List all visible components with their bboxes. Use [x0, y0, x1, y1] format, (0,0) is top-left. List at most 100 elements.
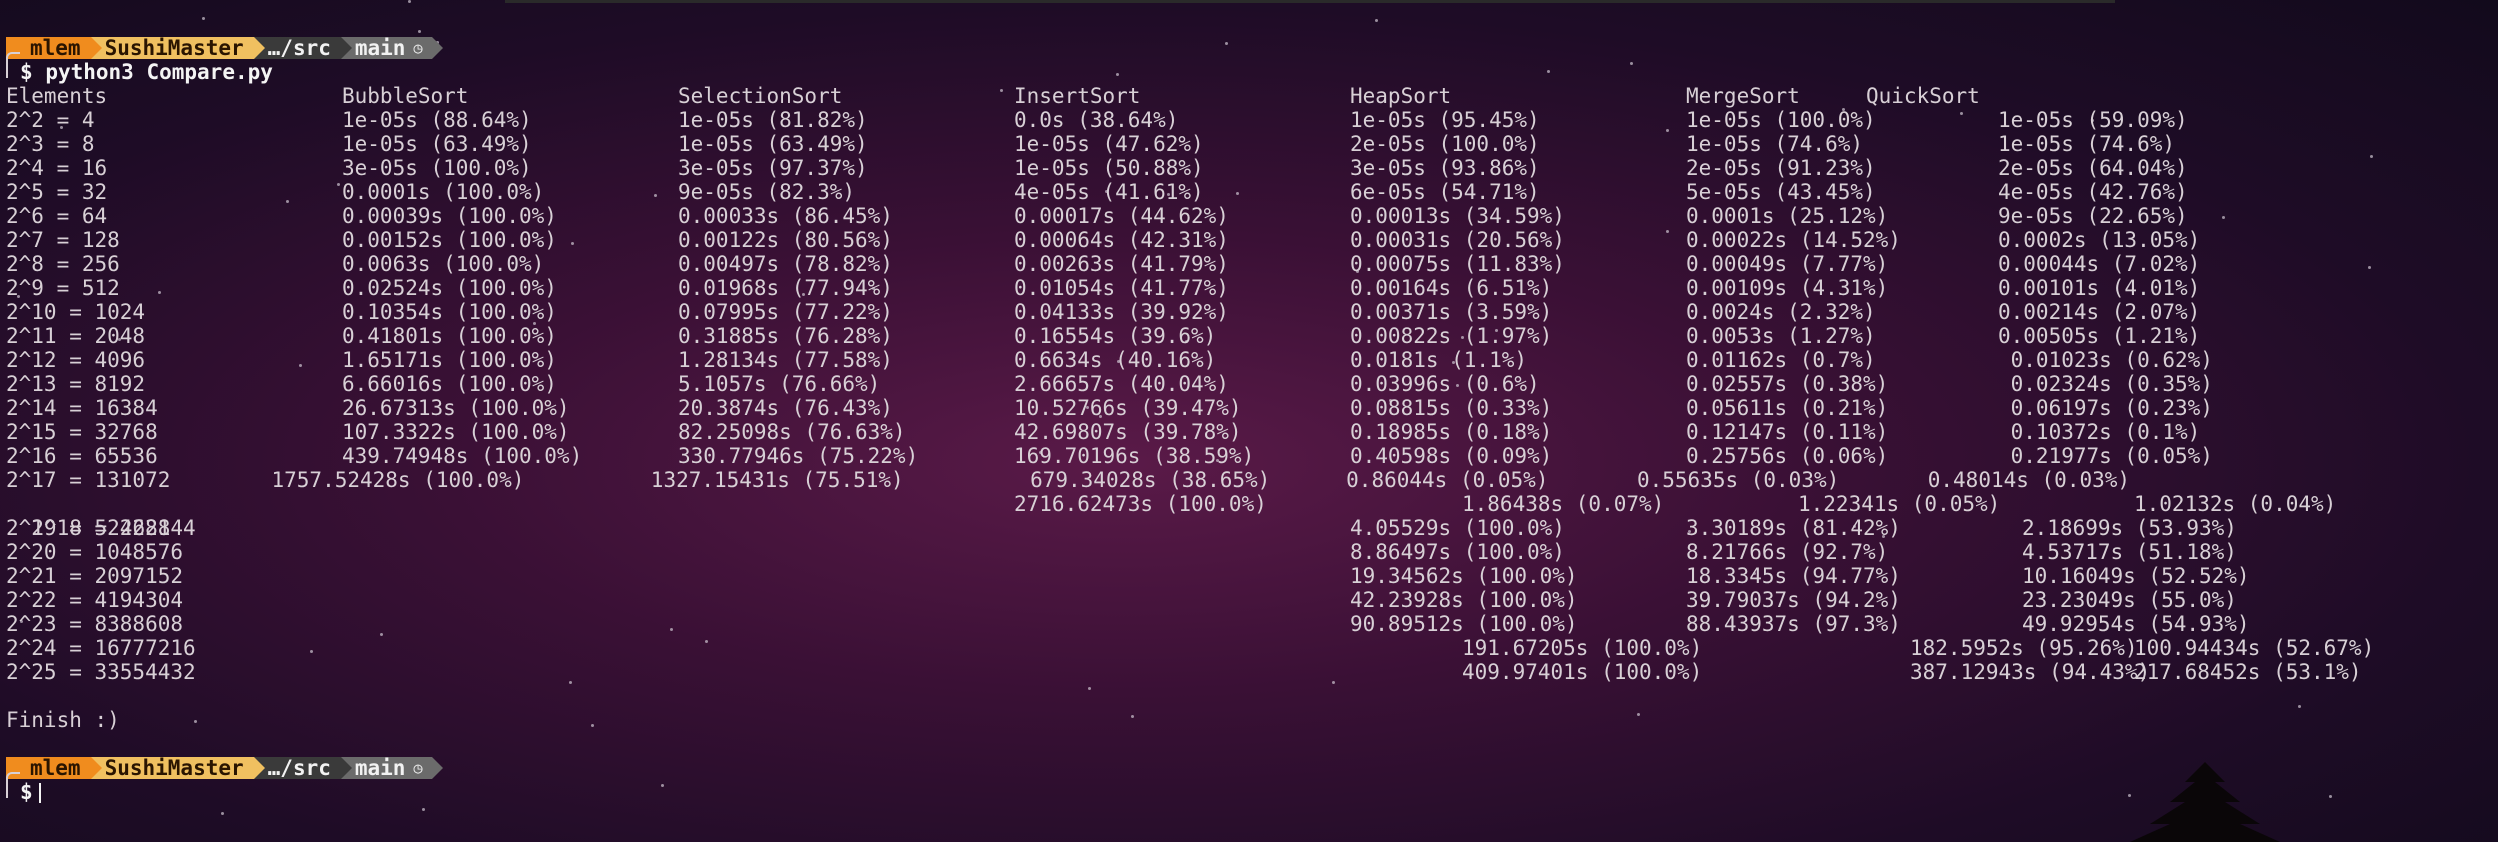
row-cell: 0.00031s (20.56%) — [1350, 228, 1565, 252]
mergesort-cell: 39.79037s (94.2%) — [1686, 588, 1901, 612]
quicksort-cell: 4.53717s (51.18%) — [2022, 540, 2237, 564]
mergesort-cell: 3.30189s (81.42%) — [1686, 516, 1901, 540]
row-cell: 0.00164s (6.51%) — [1350, 276, 1553, 300]
row-cell: 0.18985s (0.18%) — [1350, 420, 1553, 444]
row-cell: 0.0001s (25.12%) — [1686, 204, 1889, 228]
row-cell: 10.52766s (39.47%) — [1014, 396, 1242, 420]
finish-message: Finish :) — [6, 708, 120, 732]
row-cell: 0.40598s (0.09%) — [1350, 444, 1553, 468]
row-cell: 0.0s (38.64%) — [1014, 108, 1179, 132]
mergesort-cell: 8.21766s (92.7%) — [1686, 540, 1889, 564]
row-cell: 0.00371s (3.59%) — [1350, 300, 1553, 324]
row-elements: 2^13 = 8192 — [6, 372, 146, 396]
header-bubblesort: BubbleSort — [342, 84, 469, 108]
row-cell: 3e-05s (100.0%) — [342, 156, 532, 180]
row-cell: 330.77946s (75.22%) — [678, 444, 919, 468]
row-cell: 0.41801s (100.0%) — [342, 324, 557, 348]
row-cell: 1e-05s (63.49%) — [342, 132, 532, 156]
row-cell: 0.00064s (42.31%) — [1014, 228, 1229, 252]
row-cell: 0.00033s (86.45%) — [678, 204, 893, 228]
header-selectionsort: SelectionSort — [678, 84, 843, 108]
prompt-bracket — [6, 772, 20, 798]
row-cell: 1e-05s (47.62%) — [1014, 132, 1204, 156]
row-cell: 0.00039s (100.0%) — [342, 204, 557, 228]
row-cell: 0.00049s (7.77%) — [1686, 252, 1889, 276]
input-line[interactable]: $ — [20, 780, 41, 804]
prompt-host: SushiMaster — [90, 37, 265, 59]
prompt-directory: …/src — [253, 37, 353, 59]
row-elements: 2^9 = 512 — [6, 276, 120, 300]
row-cell: 0.07995s (77.22%) — [678, 300, 893, 324]
row-elements: 2^25 = 33554432 — [6, 660, 196, 684]
star-dot — [221, 812, 224, 815]
row-cell: 0.06197s (0.23%) — [1998, 396, 2213, 420]
quicksort-cell: 2.18699s (53.93%) — [2022, 516, 2237, 540]
row-cell: 0.01023s (0.62%) — [1998, 348, 2213, 372]
row-cell: 0.08815s (0.33%) — [1350, 396, 1553, 420]
branch-label: main — [354, 756, 406, 780]
text-cursor[interactable] — [38, 783, 41, 803]
star-dot — [1225, 42, 1228, 45]
result-line-2-17: 2^17 = 131072 1757.52428s (100.0%) 1327.… — [6, 468, 2131, 492]
row-cell: 2.66657s (40.04%) — [1014, 372, 1229, 396]
mergesort-cell: 18.3345s (94.77%) — [1686, 564, 1901, 588]
row-cell: 0.10372s (0.1%) — [1998, 420, 2201, 444]
row-cell: 1e-05s (95.45%) — [1350, 108, 1540, 132]
table-row: 2^25 = 33554432 409.97401s (100.0%) 387.12… — [6, 660, 2486, 684]
row-cell: 0.0053s (1.27%) — [1686, 324, 1876, 348]
mergesort-2-18: 1.22341s (0.05%) — [1798, 492, 2001, 516]
prompt-directory: …/src — [253, 757, 353, 779]
table-row: 2^15 = 32768 107.3322s (100.0%) 82.25098s … — [6, 420, 2486, 444]
star-dot — [202, 17, 205, 20]
row-cell: 1e-05s (100.0%) — [1686, 108, 1876, 132]
command-text: python3 Compare.py — [45, 60, 273, 84]
heapsort-cell: 409.97401s (100.0%) — [1462, 660, 1703, 684]
row-cell: 9e-05s (82.3%) — [678, 180, 856, 204]
row-cell: 0.04133s (39.92%) — [1014, 300, 1229, 324]
row-cell: 6e-05s (54.71%) — [1350, 180, 1540, 204]
table-row: 2^24 = 16777216 191.67205s (100.0%) 182.59… — [6, 636, 2486, 660]
row-elements: 2^8 = 256 — [6, 252, 120, 276]
row-elements: 2^4 = 16 — [6, 156, 108, 180]
table-row: 2^2 = 4 1e-05s (88.64%) 1e-05s (81.82%) 0.0… — [6, 108, 2486, 132]
window-top-edge — [505, 0, 2115, 3]
shell-prompt: mlem SushiMaster …/src main ◷ — [6, 36, 444, 60]
row-elements: 2^15 = 32768 — [6, 420, 158, 444]
row-elements: 2^19 = 524288 — [6, 516, 171, 540]
star-dot — [1131, 715, 1134, 718]
table-row: 2^21 = 2097152 19.34562s (100.0%) 18.3345s… — [6, 564, 2486, 588]
row-cell: 0.00122s (80.56%) — [678, 228, 893, 252]
star-dot — [591, 724, 594, 727]
quicksort-cell: 10.16049s (52.52%) — [2022, 564, 2250, 588]
star-dot — [2298, 705, 2301, 708]
mergesort-cell: 387.12943s (94.43%) — [1910, 660, 2151, 684]
row-elements: 2^22 = 4194304 — [6, 588, 184, 612]
table-row: 2^12 = 4096 1.65171s (100.0%) 1.28134s (77… — [6, 348, 2486, 372]
prompt-git-branch: main ◷ — [340, 756, 444, 780]
quicksort-cell: 23.23049s (55.0%) — [2022, 588, 2237, 612]
star-dot — [1630, 62, 1633, 65]
row-cell: 1e-05s (74.6%) — [1998, 132, 2176, 156]
row-elements: 2^12 = 4096 — [6, 348, 146, 372]
star-dot — [661, 784, 664, 787]
row-cell: 0.00075s (11.83%) — [1350, 252, 1565, 276]
table-row: 2^6 = 64 0.00039s (100.0%) 0.00033s (86.45… — [6, 204, 2486, 228]
row-elements: 2^20 = 1048576 — [6, 540, 184, 564]
row-cell: 3e-05s (93.86%) — [1350, 156, 1540, 180]
row-cell: 1e-05s (59.09%) — [1998, 108, 2188, 132]
row-cell: 0.02324s (0.35%) — [1998, 372, 2213, 396]
row-cell: 0.02557s (0.38%) — [1686, 372, 1889, 396]
table-row: 2^16 = 65536 439.74948s (100.0%) 330.77946… — [6, 444, 2486, 468]
row-cell: 107.3322s (100.0%) — [342, 420, 570, 444]
row-elements: 2^3 = 8 — [6, 132, 95, 156]
row-cell: 0.0002s (13.05%) — [1998, 228, 2201, 252]
row-cell: 0.00109s (4.31%) — [1686, 276, 1889, 300]
prompt-symbol: $ — [20, 60, 33, 84]
row-cell: 0.00214s (2.07%) — [1998, 300, 2201, 324]
prompt-host: SushiMaster — [90, 757, 265, 779]
row-cell: 1e-05s (50.88%) — [1014, 156, 1204, 180]
row-cell: 0.0024s (2.32%) — [1686, 300, 1876, 324]
row-elements: 2^23 = 8388608 — [6, 612, 184, 636]
row-cell: 0.00152s (100.0%) — [342, 228, 557, 252]
table-row: 2^11 = 2048 0.41801s (100.0%) 0.31885s (76… — [6, 324, 2486, 348]
